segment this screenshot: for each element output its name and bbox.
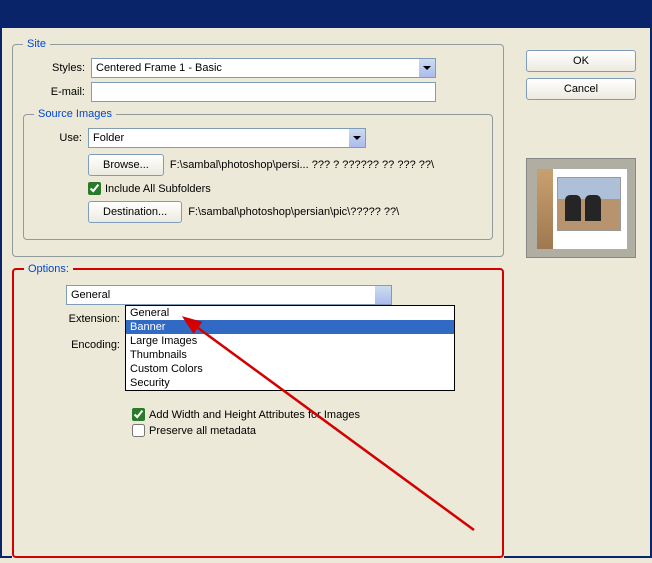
preview-thumbnail	[526, 158, 636, 258]
browse-button[interactable]: Browse...	[88, 154, 164, 176]
addwh-label: Add Width and Height Attributes for Imag…	[149, 409, 360, 421]
source-legend: Source Images	[34, 108, 116, 120]
cancel-button[interactable]: Cancel	[526, 78, 636, 100]
dropdown-opt-security[interactable]: Security	[126, 376, 454, 390]
source-fieldset: Source Images Use: Folder Browse... F:\s…	[23, 108, 493, 240]
site-fieldset: Site Styles: Centered Frame 1 - Basic E-…	[12, 38, 504, 257]
use-label: Use:	[34, 132, 82, 144]
options-legend: Options:	[24, 263, 73, 275]
preserve-checkbox[interactable]	[132, 424, 145, 437]
preview-person-1	[565, 195, 581, 221]
dropdown-opt-large[interactable]: Large Images	[126, 334, 454, 348]
styles-select[interactable]: Centered Frame 1 - Basic	[91, 58, 436, 78]
preview-person-2	[585, 195, 601, 221]
encoding-label: Encoding:	[24, 339, 120, 351]
options-dropdown-list[interactable]: General Banner Large Images Thumbnails C…	[125, 305, 455, 391]
ok-button[interactable]: OK	[526, 50, 636, 72]
use-select[interactable]: Folder	[88, 128, 366, 148]
addwh-checkbox[interactable]	[132, 408, 145, 421]
email-label: E-mail:	[23, 86, 85, 98]
dropdown-opt-general[interactable]: General	[126, 306, 454, 320]
dropdown-opt-thumbs[interactable]: Thumbnails	[126, 348, 454, 362]
site-legend: Site	[23, 38, 50, 50]
preview-sidebar	[537, 169, 553, 249]
destination-button[interactable]: Destination...	[88, 201, 182, 223]
options-select[interactable]: General	[66, 285, 392, 305]
email-input[interactable]	[91, 82, 436, 102]
destination-path: F:\sambal\photoshop\persian\pic\????? ??…	[188, 206, 399, 218]
include-subfolders-checkbox[interactable]	[88, 182, 101, 195]
include-subfolders-label: Include All Subfolders	[105, 183, 211, 195]
extension-label: Extension:	[24, 313, 120, 325]
dropdown-opt-banner[interactable]: Banner	[126, 320, 454, 334]
browse-path: F:\sambal\photoshop\persi... ??? ? ?????…	[170, 159, 434, 171]
options-fieldset: Options: General Extension: .htm Encodin…	[12, 263, 504, 558]
preserve-label: Preserve all metadata	[149, 425, 256, 437]
styles-label: Styles:	[23, 62, 85, 74]
dropdown-opt-colors[interactable]: Custom Colors	[126, 362, 454, 376]
